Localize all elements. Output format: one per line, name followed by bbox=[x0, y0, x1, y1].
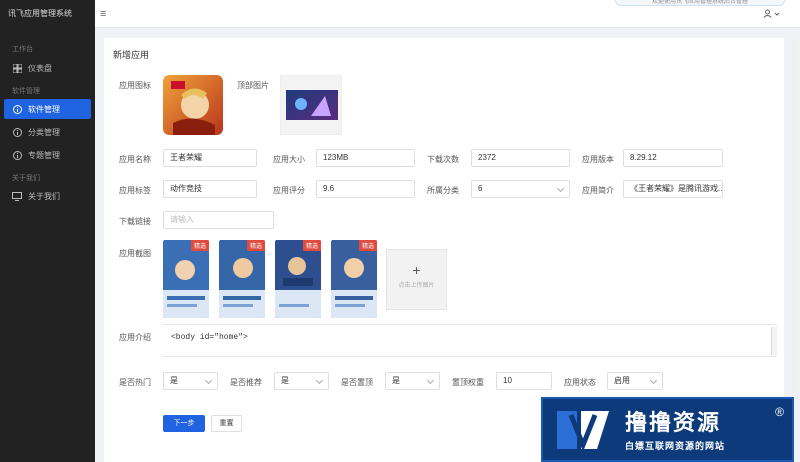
label-is-hot: 是否热门 bbox=[119, 378, 151, 387]
info-circle-icon bbox=[12, 104, 22, 114]
label-downloads: 下载次数 bbox=[427, 155, 459, 164]
upload-image-button[interactable]: + 点击上传图片 bbox=[386, 249, 447, 310]
upload-label: 点击上传图片 bbox=[398, 283, 435, 289]
editor-scrollbar[interactable] bbox=[771, 327, 777, 355]
sidebar-item-label: 软件管理 bbox=[28, 104, 60, 114]
plus-icon: + bbox=[412, 262, 421, 278]
label-summary: 应用简介 bbox=[582, 186, 614, 195]
sidebar: 讯飞应用管理系统 工作台 仪表盘 软件管理 软件管理 分类管理 专题管理 关于我… bbox=[0, 0, 95, 462]
sidebar-item-topic[interactable]: 专题管理 bbox=[0, 145, 95, 165]
watermark-subtitle: 白嫖互联网资源的网站 bbox=[625, 441, 726, 451]
notice-banner: 欢迎使用讯飞应用管理系统后台管理 bbox=[615, 0, 785, 6]
label-version: 应用版本 bbox=[582, 155, 614, 164]
sidebar-group-software: 软件管理 bbox=[12, 88, 40, 95]
page-scrollbar[interactable] bbox=[792, 40, 798, 400]
sidebar-item-label: 关于我们 bbox=[28, 191, 60, 201]
label-intro: 应用介绍 bbox=[119, 333, 151, 342]
app-name-input[interactable]: 王者荣耀 bbox=[163, 149, 257, 167]
is-top-select[interactable]: 是 bbox=[385, 372, 440, 390]
app-icon-image[interactable] bbox=[163, 75, 223, 135]
rating-input[interactable]: 9.6 bbox=[316, 180, 415, 198]
intro-editor[interactable]: <body id="home"> bbox=[163, 324, 777, 357]
sidebar-item-label: 专题管理 bbox=[28, 150, 60, 160]
is-recommend-select[interactable]: 是 bbox=[274, 372, 329, 390]
download-url-input[interactable]: 请输入 bbox=[163, 211, 274, 229]
sidebar-group-about: 关于我们 bbox=[12, 175, 40, 182]
label-app-name: 应用名称 bbox=[119, 155, 151, 164]
summary-input[interactable]: 《王者荣耀》是腾讯游戏... bbox=[623, 180, 723, 198]
watermark-banner: 撸撸资源 ® 白嫖互联网资源的网站 bbox=[541, 397, 794, 462]
weight-input[interactable]: 10 bbox=[496, 372, 552, 390]
sidebar-group-workbench: 工作台 bbox=[12, 46, 33, 53]
reset-button[interactable]: 重置 bbox=[211, 415, 242, 432]
label-app-size: 应用大小 bbox=[273, 155, 305, 164]
watermark-title: 撸撸资源 bbox=[625, 410, 722, 435]
registered-mark: ® bbox=[775, 405, 784, 419]
sidebar-item-about[interactable]: 关于我们 bbox=[0, 186, 95, 206]
featured-badge: 精选 bbox=[302, 240, 321, 251]
label-category: 所属分类 bbox=[427, 186, 459, 195]
label-weight: 置顶权重 bbox=[452, 378, 484, 387]
label-tags: 应用标签 bbox=[119, 186, 151, 195]
featured-badge: 精选 bbox=[358, 240, 377, 251]
monitor-icon bbox=[12, 191, 22, 201]
user-menu[interactable] bbox=[763, 9, 780, 18]
label-app-icon: 应用图标 bbox=[119, 81, 151, 90]
chevron-down-icon bbox=[774, 12, 780, 16]
label-is-top: 是否置顶 bbox=[341, 378, 373, 387]
sidebar-item-software[interactable]: 软件管理 bbox=[4, 99, 91, 119]
sidebar-item-dashboard[interactable]: 仪表盘 bbox=[0, 58, 95, 78]
label-screenshots: 应用截图 bbox=[119, 249, 151, 258]
sidebar-item-label: 分类管理 bbox=[28, 127, 60, 137]
label-status: 应用状态 bbox=[564, 378, 596, 387]
status-select[interactable]: 启用 bbox=[607, 372, 663, 390]
page-title: 新增应用 bbox=[113, 50, 150, 60]
label-is-recommend: 是否推荐 bbox=[230, 378, 262, 387]
top-image[interactable] bbox=[280, 75, 342, 135]
label-download-url: 下载链接 bbox=[119, 217, 151, 226]
app-size-input[interactable]: 123MB bbox=[316, 149, 415, 167]
tags-input[interactable]: 动作竞技 bbox=[163, 180, 257, 198]
info-circle-icon bbox=[12, 150, 22, 160]
sidebar-item-category[interactable]: 分类管理 bbox=[0, 122, 95, 142]
user-icon bbox=[763, 9, 772, 18]
category-select[interactable]: 6 bbox=[471, 180, 570, 198]
menu-toggle-icon[interactable]: ≡ bbox=[100, 8, 106, 20]
is-hot-select[interactable]: 是 bbox=[163, 372, 218, 390]
version-input[interactable]: 8.29.12 bbox=[623, 149, 723, 167]
sidebar-item-label: 仪表盘 bbox=[28, 63, 52, 73]
screenshot-thumb[interactable]: 精选 bbox=[331, 240, 377, 318]
screenshot-thumb[interactable]: 精选 bbox=[219, 240, 265, 318]
next-step-button[interactable]: 下一步 bbox=[163, 415, 205, 432]
app-title: 讯飞应用管理系统 bbox=[8, 9, 72, 18]
featured-badge: 精选 bbox=[190, 240, 209, 251]
label-rating: 应用评分 bbox=[273, 186, 305, 195]
label-top-image: 顶部图片 bbox=[237, 81, 269, 90]
downloads-input[interactable]: 2372 bbox=[471, 149, 570, 167]
top-bar: ≡ 欢迎使用讯飞应用管理系统后台管理 bbox=[95, 0, 800, 28]
intro-editor-content: <body id="home"> bbox=[171, 333, 248, 342]
grid-icon bbox=[12, 63, 22, 73]
featured-badge: 精选 bbox=[246, 240, 265, 251]
watermark-logo-icon bbox=[557, 411, 609, 452]
info-circle-icon bbox=[12, 127, 22, 137]
screenshot-thumb[interactable]: 精选 bbox=[163, 240, 209, 318]
screenshot-thumb[interactable]: 精选 bbox=[275, 240, 321, 318]
